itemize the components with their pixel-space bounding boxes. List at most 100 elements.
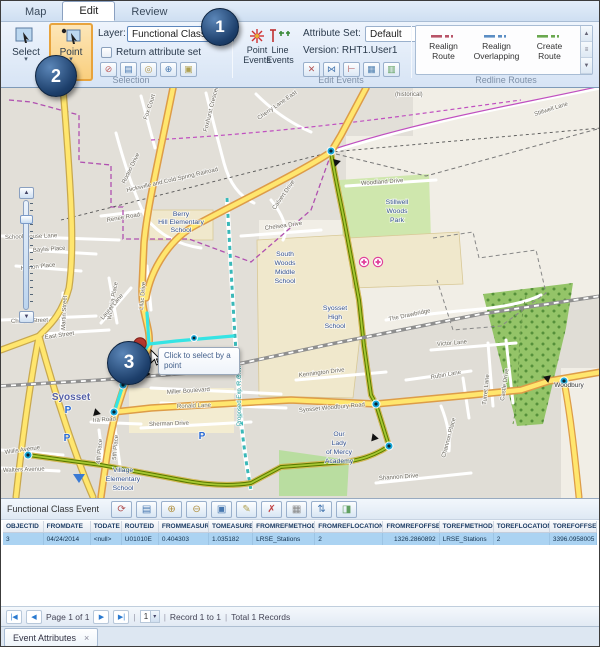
cell-torefmethod[interactable]: LRSE_Stations (439, 533, 493, 546)
return-attribute-set-checkbox[interactable] (101, 47, 112, 58)
first-page-icon[interactable]: |◀ (6, 610, 22, 624)
cell-fromreflocation[interactable]: 2 (315, 533, 383, 546)
sort-records-icon[interactable]: ⇅ (311, 501, 332, 518)
edit-record-icon[interactable]: ✎ (236, 501, 257, 518)
poi-label: Berry (173, 211, 190, 218)
parking-icon: P (199, 431, 206, 442)
select-caret-icon[interactable]: ▾ (24, 58, 28, 62)
return-attribute-set-label: Return attribute set (116, 47, 201, 58)
column-header[interactable]: TOMEASURE (209, 521, 253, 533)
total-records-label: Total 1 Records (231, 612, 290, 622)
last-page-icon[interactable]: ▶| (113, 610, 129, 624)
cell-objectid[interactable]: 3 (3, 533, 43, 546)
poi-label: School (171, 227, 192, 234)
street-label: (historical) (395, 92, 423, 98)
column-header[interactable]: OBJECTID (3, 521, 43, 533)
column-header[interactable]: ROUTEID (121, 521, 158, 533)
realign-route-icon (431, 32, 457, 41)
zoom-slider[interactable]: ▲ ▼ (19, 187, 34, 323)
save-edits-icon[interactable]: ▣ (211, 501, 232, 518)
line-events-button[interactable]: Line Events (260, 24, 300, 76)
cell-fromdate[interactable]: 04/24/2014 (43, 533, 90, 546)
table-row-selected[interactable]: 3 04/24/2014 <null> U01010E 0.404303 1.0… (3, 533, 597, 546)
poi-label: Woods (274, 260, 296, 267)
cell-todate[interactable]: <null> (90, 533, 121, 546)
zoom-in-icon[interactable]: ▲ (19, 187, 34, 199)
gallery-scroll-thumb[interactable]: ≡ (581, 42, 592, 58)
column-header[interactable]: TOREFOFFSET (549, 521, 596, 533)
tab-review[interactable]: Review (115, 3, 183, 21)
poi-label: Syosset (323, 305, 347, 312)
line-events-label: Line (271, 45, 288, 55)
close-tab-icon[interactable]: × (84, 633, 89, 643)
page-select[interactable]: 1 ▾ (140, 610, 160, 623)
poi-label: Hill Elementary (158, 219, 204, 226)
tab-edit[interactable]: Edit (62, 1, 115, 21)
cell-fromrefoffset[interactable]: 1326.2860892 (383, 533, 439, 546)
next-page-icon[interactable]: ▶ (93, 610, 109, 624)
realign-route-button[interactable]: Realign Route (418, 28, 469, 72)
cell-tomeasure[interactable]: 1.035182 (209, 533, 253, 546)
refresh-icon[interactable]: ⟳ (111, 501, 132, 518)
hospital-icon (373, 257, 382, 266)
realign-overlapping-button[interactable]: Realign Overlapping (471, 28, 522, 72)
column-header[interactable]: FROMREFLOCATION (315, 521, 383, 533)
open-window-icon[interactable]: ◨ (336, 501, 357, 518)
page-count-label: Page 1 of 1 (46, 612, 89, 622)
poi-label: Lady (332, 440, 347, 447)
route-point-marker (327, 147, 335, 155)
parking-icon: P (64, 433, 71, 444)
column-header[interactable]: FROMDATE (43, 521, 90, 533)
footer-tab-bar: Event Attributes × (1, 626, 600, 647)
attribute-list-icon[interactable]: ▤ (136, 501, 157, 518)
zoom-to-record-icon[interactable]: ⊕ (161, 501, 182, 518)
table-toolbar: ⟳ ▤ ⊕ ⊖ ▣ ✎ ✗ ▦ ⇅ ◨ (111, 501, 357, 518)
gallery-scroll-down-icon[interactable]: ▼ (581, 58, 592, 74)
column-header[interactable]: FROMMEASURE (158, 521, 208, 533)
pan-to-record-icon[interactable]: ⊖ (186, 501, 207, 518)
realign-overlapping-icon (484, 32, 510, 41)
cell-fromrefmethod[interactable]: LRSE_Stations (253, 533, 315, 546)
gallery-scroll-up-icon[interactable]: ▲ (581, 26, 592, 42)
realign-overlapping-label: Realign (482, 41, 511, 51)
zoom-out-icon[interactable]: ▼ (19, 311, 34, 323)
tab-event-attributes[interactable]: Event Attributes × (4, 628, 98, 647)
delete-record-icon[interactable]: ✗ (261, 501, 282, 518)
callout-step-3: 3 (107, 341, 151, 385)
column-header[interactable]: FROMREFOFFSET (383, 521, 439, 533)
map-canvas[interactable]: P P P Fox Court Foxhurst Crescent Cherry… (1, 88, 600, 498)
prev-page-icon[interactable]: ◀ (26, 610, 42, 624)
selection-group-label: Selection (71, 75, 191, 85)
redline-routes-gallery: Realign Route Realign Overlapping Create… (415, 25, 593, 75)
map-viewport[interactable]: P P P Fox Court Foxhurst Crescent Cherry… (1, 88, 600, 498)
table-title: Functional Class Event (7, 504, 99, 514)
zoom-slider-handle[interactable] (20, 215, 33, 224)
ribbon-tab-bar: Map Edit Review (1, 1, 599, 22)
realign-route-label2: Route (432, 51, 455, 61)
cell-torefoffset[interactable]: 3396.0958005 (549, 533, 596, 546)
poi-label: High (328, 314, 342, 321)
create-route-button[interactable]: Create Route (524, 28, 575, 72)
gallery-scrollbar[interactable]: ▲ ≡ ▼ (580, 26, 592, 74)
cell-routeid[interactable]: U01010E (121, 533, 158, 546)
route-point-marker (372, 400, 380, 408)
column-header[interactable]: TOREFLOCATION (493, 521, 549, 533)
column-header[interactable]: TODATE (90, 521, 121, 533)
table-header-row: OBJECTID FROMDATE TODATE ROUTEID FROMMEA… (3, 521, 597, 533)
create-route-label2: Route (538, 51, 561, 61)
column-header[interactable]: FROMREFMETHOD (253, 521, 315, 533)
redline-routes-group-label: Redline Routes (441, 75, 571, 85)
cell-toreflocation[interactable]: 2 (493, 533, 549, 546)
event-editor-window: Map Edit Review Select ▾ Point ▾ Layer: … (0, 0, 600, 647)
poi-label: School (325, 323, 346, 330)
cell-frommeasure[interactable]: 0.404303 (158, 533, 208, 546)
page-select-caret-icon[interactable]: ▾ (150, 611, 159, 622)
toggle-view-icon[interactable]: ▦ (286, 501, 307, 518)
event-attributes-tab-label: Event Attributes (13, 633, 76, 643)
table-pager: |◀ ◀ Page 1 of 1 ▶ ▶| | 1 ▾ | Record 1 t… (1, 606, 600, 626)
poi-label: School (275, 278, 296, 285)
column-header[interactable]: TOREFMETHOD (439, 521, 493, 533)
tab-map[interactable]: Map (9, 3, 62, 21)
ribbon: Select ▾ Point ▾ Layer: Functional Class… (1, 22, 599, 88)
edit-events-group-label: Edit Events (291, 75, 391, 85)
